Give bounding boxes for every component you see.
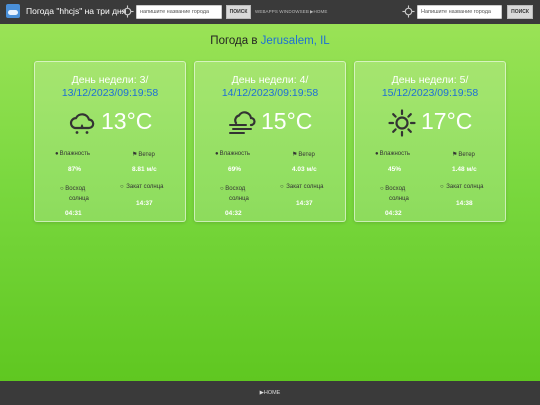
sunrise-icon: ○ bbox=[60, 186, 64, 192]
nav-link-home[interactable]: ▶HOME bbox=[310, 9, 327, 15]
cloud-rain-icon bbox=[67, 108, 97, 138]
search-button-left[interactable]: ПОИСК bbox=[226, 5, 251, 19]
temperature: 17°C bbox=[421, 108, 473, 134]
humidity-label: ●Влажность bbox=[55, 151, 91, 157]
day-of-week: День недели: 5/ bbox=[391, 74, 469, 86]
forecast-card-day-4: День недели: 4/ 14/12/2023/09:19:58 15°C… bbox=[194, 61, 346, 222]
sunset-label: ○ Закат солнца bbox=[280, 184, 324, 190]
sunrise-value: 04:31 bbox=[65, 210, 82, 217]
temperature: 13°C bbox=[101, 108, 153, 134]
forecast-card-day-5: День недели: 5/ 15/12/2023/09:19:58 17°C… bbox=[354, 61, 506, 222]
app-title: Погода "hhcjs" на три дня bbox=[26, 6, 127, 16]
sunset-icon: ○ bbox=[440, 184, 444, 190]
page-title: Погода в Jerusalem, IL bbox=[0, 35, 540, 47]
temperature: 15°C bbox=[261, 108, 313, 134]
humidity-value: 87% bbox=[68, 166, 82, 173]
search-input-left[interactable]: напишите название города bbox=[136, 5, 222, 19]
sunrise-icon: ○ bbox=[220, 186, 224, 192]
sunset-label: ○ Закат солнца bbox=[440, 184, 484, 190]
date-time: 13/12/2023/09:19:58 bbox=[61, 87, 159, 99]
day-of-week: День недели: 4/ bbox=[231, 74, 309, 86]
day-of-week: День недели: 3/ bbox=[71, 74, 149, 86]
sunset-value: 14:37 bbox=[136, 200, 153, 207]
droplet-icon: ● bbox=[215, 151, 219, 157]
sunset-icon: ○ bbox=[280, 184, 284, 190]
droplet-icon: ● bbox=[375, 151, 379, 157]
geolocation-icon[interactable] bbox=[121, 5, 134, 18]
footer-bar: ▶HOME bbox=[0, 381, 540, 405]
search-input-right[interactable]: Напишите название города bbox=[417, 5, 502, 19]
flag-icon: ⚑ bbox=[132, 152, 138, 158]
sunrise-label: ○ Восход солнца bbox=[220, 186, 249, 202]
humidity-label: ●Влажность bbox=[215, 151, 251, 157]
sunrise-label: ○ Восход солнца bbox=[380, 186, 409, 202]
sunrise-label: ○ Восход солнца bbox=[60, 186, 89, 202]
geolocation-icon-right[interactable] bbox=[402, 5, 415, 18]
sunrise-value: 04:32 bbox=[385, 210, 402, 217]
droplet-icon: ● bbox=[55, 151, 59, 157]
date-time: 15/12/2023/09:19:58 bbox=[381, 87, 479, 99]
sun-icon bbox=[387, 108, 417, 138]
top-bar: Погода "hhcjs" на три дня напишите назва… bbox=[0, 0, 540, 24]
date-time: 14/12/2023/09:19:58 bbox=[221, 87, 319, 99]
wind-value: 4.03 м/с bbox=[292, 166, 317, 173]
wind-value: 8.81 м/с bbox=[132, 166, 157, 173]
humidity-value: 69% bbox=[228, 166, 242, 173]
forecast-card-day-3: День недели: 3/ 13/12/2023/09:19:58 13°C… bbox=[34, 61, 186, 222]
search-button-right[interactable]: ПОИСК bbox=[507, 5, 533, 19]
sunrise-value: 04:32 bbox=[225, 210, 242, 217]
wind-label: ⚑Ветер bbox=[132, 152, 155, 158]
app-logo-icon bbox=[6, 4, 20, 18]
footer-home-link[interactable]: ▶HOME bbox=[0, 390, 540, 396]
humidity-label: ●Влажность bbox=[375, 151, 411, 157]
wind-value: 1.48 м/с bbox=[452, 166, 477, 173]
flag-icon: ⚑ bbox=[452, 152, 458, 158]
sunset-value: 14:37 bbox=[296, 200, 313, 207]
sunrise-icon: ○ bbox=[380, 186, 384, 192]
page-title-prefix: Погода в bbox=[210, 35, 258, 47]
sunset-value: 14:38 bbox=[456, 200, 473, 207]
flag-icon: ⚑ bbox=[292, 152, 298, 158]
wind-label: ⚑Ветер bbox=[292, 152, 315, 158]
sunset-label: ○ Закат солнца bbox=[120, 184, 164, 190]
nav-link-webapps[interactable]: WEBAPPS WINDOWSEB bbox=[255, 9, 309, 14]
wind-label: ⚑Ветер bbox=[452, 152, 475, 158]
city-name: Jerusalem, IL bbox=[260, 35, 330, 47]
cloud-wind-icon bbox=[227, 108, 257, 138]
humidity-value: 45% bbox=[388, 166, 402, 173]
sunset-icon: ○ bbox=[120, 184, 124, 190]
